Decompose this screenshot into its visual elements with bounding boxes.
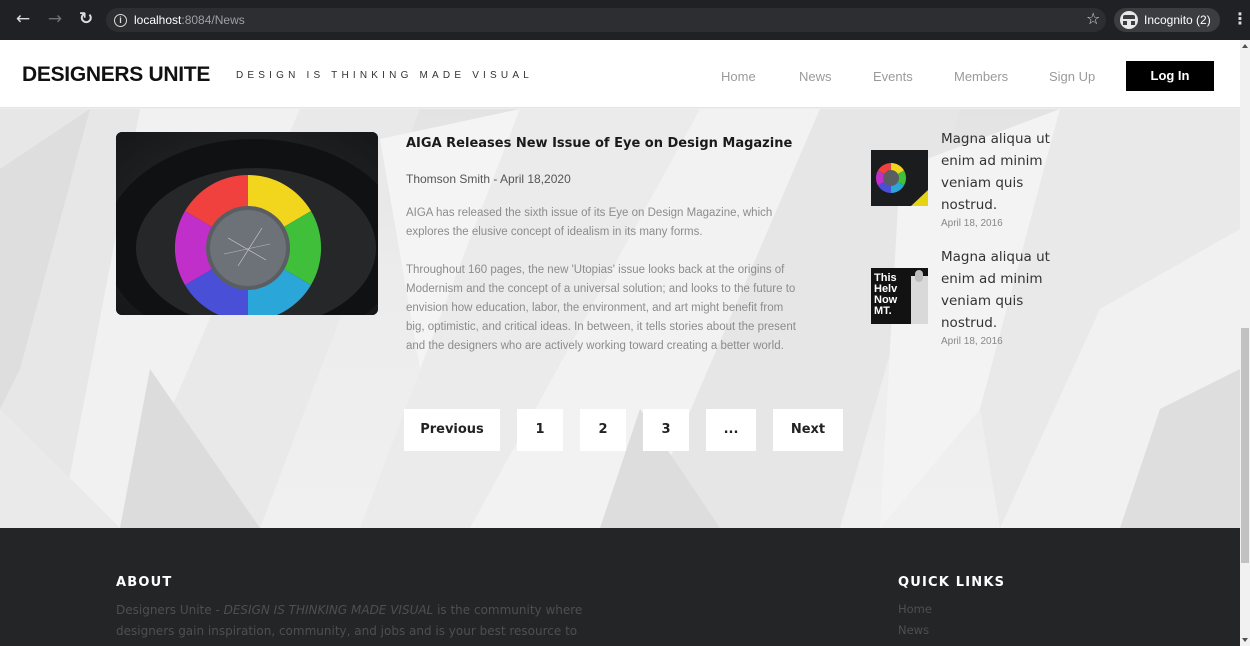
menu-dots-icon[interactable]: ⋮ [1232,10,1248,28]
pagination-page-3[interactable]: 3 [643,409,689,451]
brand-logo[interactable]: DESIGNERS UNITE [22,63,210,87]
info-icon[interactable]: i [114,13,127,27]
pagination-next[interactable]: Next [773,409,843,451]
footer-link-home[interactable]: Home [898,602,932,616]
footer-link-news[interactable]: News [898,623,929,637]
page-viewport: DESIGNERS UNITE DESIGN IS THINKING MADE … [0,40,1240,646]
article-title[interactable]: AIGA Releases New Issue of Eye on Design… [406,136,792,151]
color-wheel-thumb-art [871,150,928,206]
sidebar-post-text-2[interactable]: Magna aliqua ut enim ad minim veniam qui… [941,246,1071,334]
url-host: localhost [134,13,182,27]
site-footer: ABOUT Designers Unite - DESIGN IS THINKI… [0,528,1240,646]
reload-icon[interactable]: ↻ [77,9,95,29]
color-wheel-eye-art [116,132,378,315]
article-image[interactable] [116,132,378,315]
sidebar-post-date-1: April 18, 2016 [941,218,1003,229]
pagination-previous[interactable]: Previous [404,409,500,451]
sidebar-post-text-1[interactable]: Magna aliqua ut enim ad minim veniam qui… [941,128,1071,216]
pagination-page-2[interactable]: 2 [580,409,626,451]
poster-thumb-art: This Helv Now MT. [871,268,928,324]
incognito-label: Incognito (2) [1144,13,1211,27]
footer-about-text: Designers Unite - DESIGN IS THINKING MAD… [116,600,616,642]
footer-quick-links-heading: QUICK LINKS [898,575,1006,590]
site-header: DESIGNERS UNITE DESIGN IS THINKING MADE … [0,40,1240,108]
footer-about-tagline: DESIGN IS THINKING MADE VISUAL [223,603,434,617]
brand-tagline: DESIGN IS THINKING MADE VISUAL [236,70,533,81]
nav-news[interactable]: News [799,69,832,84]
scroll-thumb[interactable] [1241,328,1249,563]
pagination-page-1[interactable]: 1 [517,409,563,451]
sidebar-post-thumb-1[interactable] [871,150,928,206]
incognito-badge[interactable]: Incognito (2) [1114,8,1220,32]
article-meta: Thomson Smith - April 18,2020 [406,172,571,186]
back-arrow-icon[interactable]: ← [14,9,32,29]
sidebar-thumb-line-4: MT. [874,305,892,317]
nav-members[interactable]: Members [954,69,1008,84]
nav-home[interactable]: Home [721,69,756,84]
login-button[interactable]: Log In [1126,61,1214,91]
browser-toolbar: ← → ↻ i localhost:8084/News ☆ Incognito … [0,0,1250,40]
url-path: :8084/News [181,13,245,27]
article-paragraph-2: Throughout 160 pages, the new 'Utopias' … [406,264,796,352]
forward-arrow-icon[interactable]: → [46,9,64,29]
address-bar[interactable]: i localhost:8084/News [106,8,1106,32]
incognito-icon [1120,11,1138,29]
browser-url-row: ← → ↻ i localhost:8084/News ☆ Incognito … [0,0,1248,40]
scroll-up-icon[interactable] [1242,44,1248,48]
footer-about-heading: ABOUT [116,575,173,590]
footer-about-separator: - [211,603,224,617]
sidebar-post-date-2: April 18, 2016 [941,336,1003,347]
nav-sign-up[interactable]: Sign Up [1049,69,1095,84]
article-paragraph-1: AIGA has released the sixth issue of its… [406,207,773,238]
sidebar-post-thumb-2[interactable]: This Helv Now MT. [871,268,928,324]
star-icon[interactable]: ☆ [1086,10,1100,28]
pagination-ellipsis[interactable]: ... [706,409,756,451]
nav-events[interactable]: Events [873,69,913,84]
scroll-down-icon[interactable] [1242,638,1248,642]
footer-about-brand: Designers Unite [116,603,212,617]
